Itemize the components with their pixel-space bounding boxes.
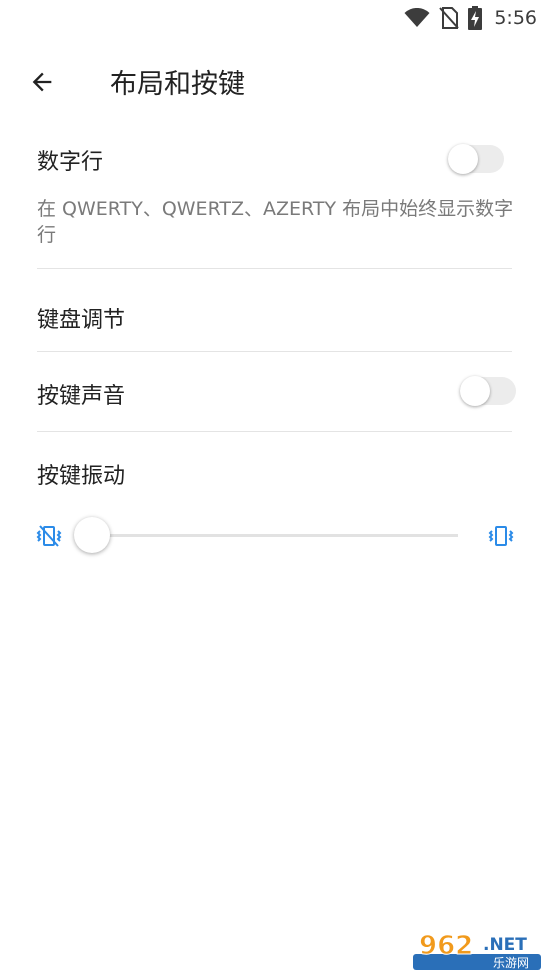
status-time: 5:56 <box>494 7 537 29</box>
key-sound-setting[interactable]: 按键声音 <box>0 352 549 431</box>
vibration-on-icon[interactable] <box>487 522 515 550</box>
number-row-toggle[interactable] <box>448 143 504 174</box>
key-sound-toggle[interactable] <box>460 375 516 406</box>
watermark-suffix: .NET <box>483 935 527 955</box>
number-row-setting[interactable]: 数字行 在 QWERTY、QWERTZ、AZERTY 布局中始终显示数字行 <box>0 128 549 268</box>
key-sound-title: 按键声音 <box>37 384 126 409</box>
toggle-thumb <box>460 376 490 406</box>
app-bar: 布局和按键 <box>0 48 549 114</box>
vibration-off-icon[interactable] <box>35 522 63 550</box>
status-bar: 5:56 <box>0 0 549 36</box>
watermark-number: 962 <box>419 931 473 961</box>
wifi-icon <box>404 8 430 27</box>
status-icons: 5:56 <box>404 4 537 32</box>
divider <box>37 431 512 432</box>
page-title: 布局和按键 <box>110 69 245 100</box>
arrow-back-icon <box>32 72 52 92</box>
toggle-thumb <box>448 144 478 174</box>
key-vibration-slider-row <box>0 510 549 560</box>
keyboard-adjust-setting[interactable]: 键盘调节 <box>0 269 549 351</box>
watermark-subtitle: 乐游网 <box>493 956 529 970</box>
slider-thumb[interactable] <box>74 517 110 553</box>
battery-charging-icon <box>468 6 483 30</box>
number-row-summary: 在 QWERTY、QWERTZ、AZERTY 布局中始终显示数字行 <box>37 198 514 246</box>
watermark-logo: 962 .NET 乐游网 <box>411 926 543 972</box>
back-button[interactable] <box>20 60 64 104</box>
no-sim-icon <box>439 7 460 29</box>
key-vibration-title: 按键振动 <box>37 464 126 489</box>
number-row-title: 数字行 <box>37 150 104 175</box>
slider-track[interactable] <box>92 534 458 537</box>
watermark-graphic: 962 .NET 乐游网 <box>413 931 541 970</box>
keyboard-adjust-title: 键盘调节 <box>37 308 126 333</box>
